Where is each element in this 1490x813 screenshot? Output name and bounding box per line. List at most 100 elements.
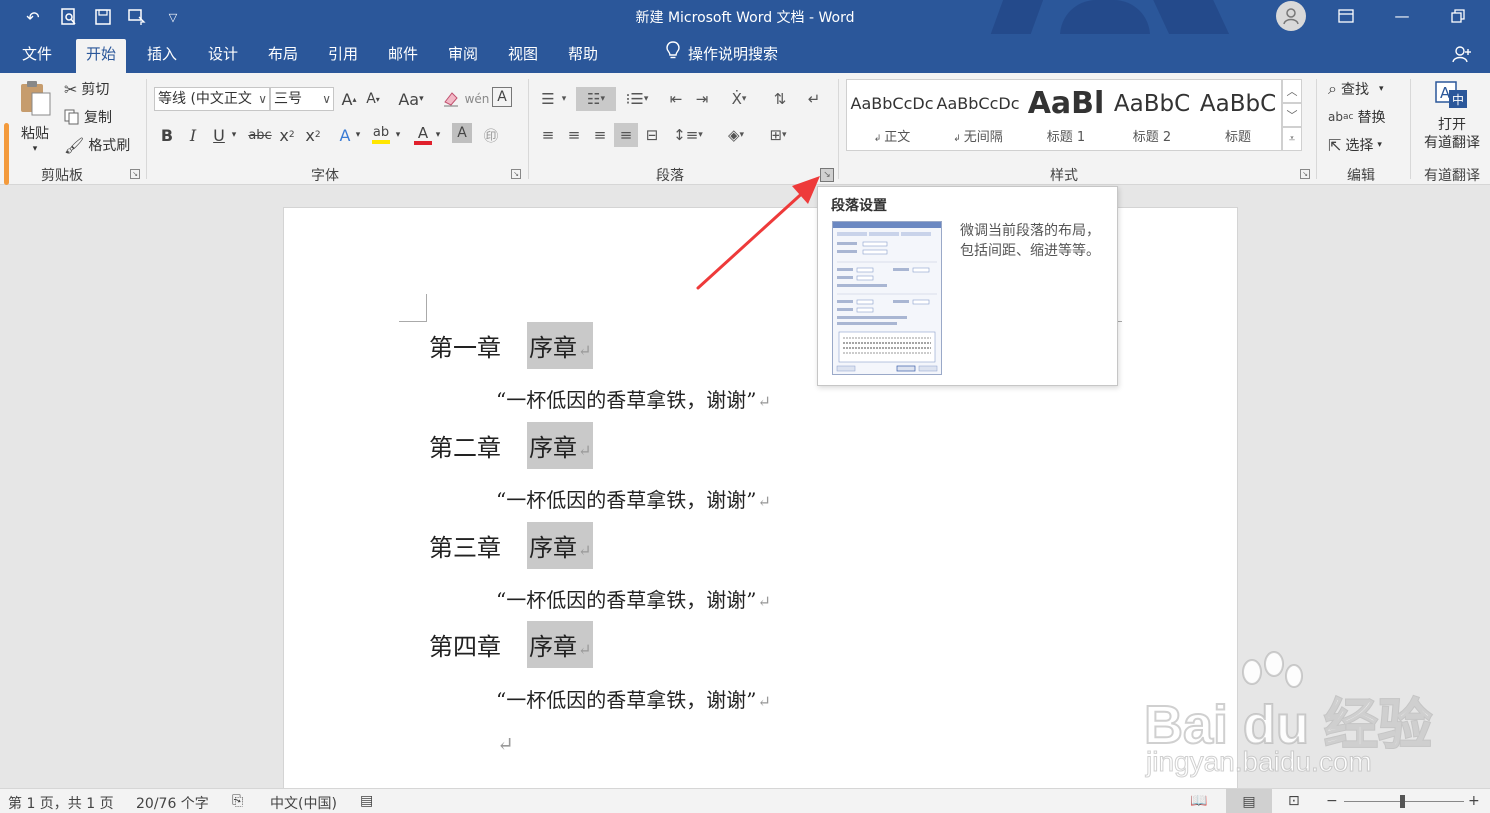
italic-icon[interactable]: I: [182, 123, 204, 147]
copy-button[interactable]: 复制: [64, 107, 112, 127]
youdao-translate-button[interactable]: A中 打开 有道翻译: [1418, 81, 1486, 152]
bullets-icon[interactable]: ☰: [536, 87, 560, 111]
gallery-down-icon[interactable]: ﹀: [1282, 103, 1302, 127]
share-icon[interactable]: [1452, 43, 1472, 77]
chapter-heading[interactable]: 第二章 序章↵: [429, 422, 594, 469]
proofing-icon[interactable]: ⎘: [232, 793, 243, 809]
read-mode-icon[interactable]: 📖: [1190, 793, 1207, 809]
chapter-heading[interactable]: 第三章 序章↵: [429, 522, 594, 569]
style-title[interactable]: AaBbC 标题: [1195, 80, 1281, 150]
tell-me-search[interactable]: 操作说明搜索: [666, 39, 778, 69]
body-text: “一杯低因的香草拿铁，谢谢”: [496, 688, 757, 712]
align-left-icon[interactable]: ≡: [536, 123, 560, 147]
paste-button[interactable]: 粘贴 ▾: [18, 79, 52, 154]
chapter-heading[interactable]: 第一章 序章↵: [429, 322, 594, 369]
underline-icon[interactable]: U: [208, 123, 230, 147]
ribbon-display-icon[interactable]: [1326, 2, 1366, 30]
zoom-in-icon[interactable]: +: [1468, 793, 1480, 809]
numbering-icon[interactable]: ☷ ▾: [576, 87, 616, 111]
chevron-down-icon[interactable]: ▾: [228, 123, 240, 147]
tab-references[interactable]: 引用: [318, 39, 368, 73]
chevron-down-icon[interactable]: ▾: [392, 123, 404, 147]
style-no-spacing[interactable]: AaBbCcDc ↲ 无间隔: [935, 80, 1021, 150]
word-count[interactable]: 20/76 个字: [136, 793, 209, 813]
select-button[interactable]: ⇱ 选择 ▾: [1328, 135, 1382, 155]
zoom-out-icon[interactable]: −: [1326, 793, 1338, 809]
enclose-char-icon[interactable]: ㊞: [480, 123, 502, 147]
format-painter-button[interactable]: 🖌 格式刷: [64, 135, 130, 155]
restore-icon[interactable]: [1438, 2, 1478, 30]
decrease-indent-icon[interactable]: ⇤: [664, 87, 688, 111]
highlight-icon[interactable]: ab: [370, 123, 392, 147]
font-size-combo[interactable]: 三号 ∨: [270, 87, 334, 111]
chapter-body[interactable]: “一杯低因的香草拿铁，谢谢”↵: [496, 584, 771, 613]
paragraph-dialog-thumbnail: [832, 221, 942, 375]
zoom-slider-thumb[interactable]: [1400, 795, 1405, 808]
replace-button[interactable]: ab ac 替换: [1328, 107, 1385, 127]
chevron-down-icon[interactable]: ▾: [352, 123, 364, 147]
multilevel-list-icon[interactable]: ⁝☰ ▾: [620, 87, 654, 111]
chevron-down-icon[interactable]: ▾: [558, 87, 570, 111]
font-launcher[interactable]: ↘: [511, 169, 521, 179]
show-marks-icon[interactable]: ↵: [802, 87, 826, 111]
shading-icon[interactable]: ◈ ▾: [718, 123, 754, 147]
chapter-body[interactable]: “一杯低因的香草拿铁，谢谢”↵: [496, 484, 771, 513]
clipboard-launcher[interactable]: ↘: [130, 169, 140, 179]
superscript-icon[interactable]: x2: [302, 123, 324, 147]
sort-icon[interactable]: ⇅: [768, 87, 792, 111]
tab-view[interactable]: 视图: [498, 39, 548, 73]
style-heading-2[interactable]: AaBbC 标题 2: [1109, 80, 1195, 150]
gallery-up-icon[interactable]: ︿: [1282, 79, 1302, 103]
tab-home[interactable]: 开始: [76, 39, 127, 73]
increase-indent-icon[interactable]: ⇥: [690, 87, 714, 111]
chapter-heading[interactable]: 第四章 序章↵: [429, 621, 594, 668]
subscript-icon[interactable]: x2: [276, 123, 298, 147]
tab-insert[interactable]: 插入: [137, 39, 187, 73]
line-spacing-icon[interactable]: ↕≡ ▾: [670, 123, 706, 147]
tab-help[interactable]: 帮助: [558, 39, 608, 73]
char-border-icon[interactable]: A: [492, 87, 512, 107]
char-shading-icon[interactable]: A: [452, 123, 472, 143]
web-layout-icon[interactable]: ⊡: [1288, 793, 1300, 809]
find-button[interactable]: ⌕ 查找 ▾: [1328, 79, 1384, 99]
bold-icon[interactable]: B: [156, 123, 178, 147]
style-heading-1[interactable]: AaBl 标题 1: [1023, 80, 1109, 150]
cut-button[interactable]: ✂ 剪切: [64, 79, 109, 99]
clear-formatting-icon[interactable]: [440, 87, 462, 111]
align-center-icon[interactable]: ≡: [562, 123, 586, 147]
shrink-font-icon[interactable]: A ▾: [362, 87, 384, 111]
macro-icon[interactable]: ▤: [360, 793, 373, 809]
tab-review[interactable]: 审阅: [438, 39, 488, 73]
font-color-icon[interactable]: A: [412, 123, 434, 147]
style-name: 标题 2: [1132, 130, 1172, 145]
tab-file[interactable]: 文件: [12, 39, 62, 73]
tab-design[interactable]: 设计: [198, 39, 248, 73]
gallery-more-icon[interactable]: ⩡: [1282, 127, 1302, 151]
tab-mailings[interactable]: 邮件: [378, 39, 428, 73]
borders-icon[interactable]: ⊞ ▾: [760, 123, 796, 147]
print-layout-icon[interactable]: ▤: [1226, 789, 1272, 813]
align-right-icon[interactable]: ≡: [588, 123, 612, 147]
change-case-button[interactable]: Aa ▾: [394, 87, 428, 111]
font-name-combo[interactable]: 等线 (中文正文 ∨: [154, 87, 270, 111]
paste-icon: [18, 79, 52, 121]
justify-icon[interactable]: ≡: [614, 123, 638, 147]
style-normal[interactable]: AaBbCcDc ↲ 正文: [849, 80, 935, 150]
group-separator: [838, 79, 839, 179]
page-count[interactable]: 第 1 页，共 1 页: [8, 793, 114, 813]
empty-paragraph[interactable]: ↵: [496, 732, 514, 756]
styles-launcher[interactable]: ↘: [1300, 169, 1310, 179]
chapter-body[interactable]: “一杯低因的香草拿铁，谢谢”↵: [496, 684, 771, 713]
phonetic-guide-icon[interactable]: wén: [465, 87, 490, 111]
tab-layout[interactable]: 布局: [258, 39, 308, 73]
minimize-icon[interactable]: —: [1382, 2, 1422, 30]
chapter-body[interactable]: “一杯低因的香草拿铁，谢谢”↵: [496, 384, 771, 413]
chevron-down-icon[interactable]: ▾: [432, 123, 444, 147]
language-indicator[interactable]: 中文(中国): [270, 793, 337, 813]
distributed-icon[interactable]: ⊟: [640, 123, 664, 147]
styles-group-label: 样式: [1050, 168, 1078, 184]
strikethrough-icon[interactable]: abc: [246, 123, 274, 147]
asian-layout-icon[interactable]: Ẋ ▾: [722, 87, 756, 111]
avatar[interactable]: [1276, 1, 1306, 31]
grow-font-icon[interactable]: A ▴: [338, 87, 360, 111]
